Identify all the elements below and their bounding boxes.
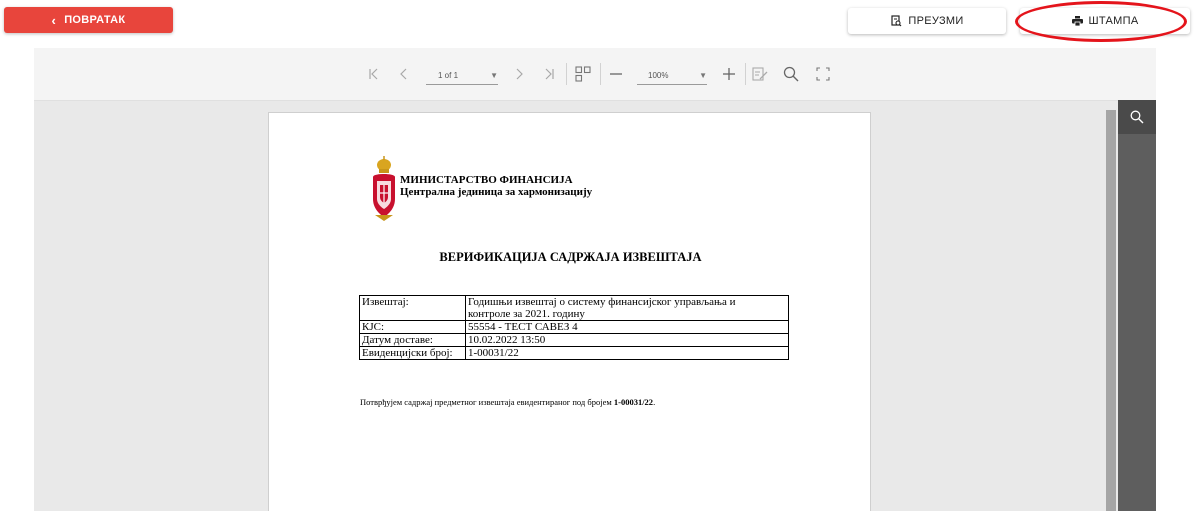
confirmation-number: 1-00031/22 [613, 397, 654, 407]
first-page-icon[interactable] [364, 48, 384, 100]
download-button[interactable]: ПРЕУЗМИ [848, 8, 1006, 34]
report-info-table: Извештај: Годишњи извештај о систему фин… [359, 295, 789, 360]
unit-name: Централна јединица за хармонизацију [400, 186, 593, 198]
annotate-icon[interactable] [748, 48, 772, 100]
document-title: ВЕРИФИКАЦИЈА САДРЖАЈА ИЗВЕШТАЈА [439, 250, 702, 264]
page-indicator: 1 of 1 [438, 70, 459, 80]
zoom-out-icon[interactable] [605, 48, 627, 100]
toolbar-divider [745, 63, 746, 85]
table-row: Извештај: Годишњи извештај о систему фин… [359, 295, 789, 321]
table-row: Датум доставе: 10.02.2022 13:50 [359, 333, 789, 347]
vertical-scrollbar[interactable] [1106, 110, 1116, 511]
table-cell-label: Датум доставе: [359, 333, 466, 347]
viewer-toolbar: 1 of 1 ▼ 100% ▼ [34, 48, 1156, 101]
confirmation-body: Потврђујем садржај предметног извештаја … [360, 397, 614, 407]
side-panel [1118, 100, 1156, 511]
highlight-ellipse [1015, 1, 1187, 42]
zoom-select[interactable]: 100% ▼ [637, 66, 707, 85]
ministry-header: МИНИСТАРСТВО ФИНАНСИЈА Централна јединиц… [400, 174, 592, 198]
table-cell-label: Извештај: [359, 295, 466, 321]
table-cell-label: Евиденцијски број: [359, 346, 466, 360]
download-document-icon [891, 15, 902, 27]
last-page-icon[interactable] [539, 48, 559, 100]
zoom-in-icon[interactable] [718, 48, 740, 100]
chevron-down-icon: ▼ [490, 70, 498, 80]
download-button-label: ПРЕУЗМИ [908, 15, 964, 27]
confirmation-text: Потврђујем садржај предметног извештаја … [360, 397, 655, 407]
table-cell-value: 1-00031/22 [465, 346, 789, 360]
coat-of-arms-icon [373, 156, 395, 221]
pdf-viewer: 1 of 1 ▼ 100% ▼ МИНИСТАРСТВО ФИНАНСИЈА Ц… [34, 48, 1156, 511]
search-icon[interactable] [779, 48, 803, 100]
thumbnails-icon[interactable] [571, 48, 595, 100]
next-page-icon[interactable] [509, 48, 529, 100]
side-search-button[interactable] [1118, 100, 1156, 134]
report-name-line2: контроле за 2021. годину [468, 308, 585, 320]
table-cell-value: 10.02.2022 13:50 [465, 333, 789, 347]
confirmation-end: . [653, 397, 656, 407]
toolbar-divider [566, 63, 567, 85]
back-button[interactable]: ‹ ПОВРАТАК [4, 7, 173, 33]
chevron-left-icon: ‹ [51, 12, 57, 28]
table-cell-value: Годишњи извештај о систему финансијског … [465, 295, 789, 321]
report-name-line1: Годишњи извештај о систему финансијског … [468, 296, 736, 308]
fullscreen-icon[interactable] [812, 48, 834, 100]
table-cell-value: 55554 - ТЕСТ САВЕЗ 4 [465, 320, 789, 334]
table-cell-label: КЈС: [359, 320, 466, 334]
toolbar-divider [600, 63, 601, 85]
zoom-level: 100% [648, 70, 669, 80]
prev-page-icon[interactable] [394, 48, 414, 100]
chevron-down-icon: ▼ [699, 70, 707, 80]
back-button-label: ПОВРАТАК [64, 14, 126, 26]
table-row: Евиденцијски број: 1-00031/22 [359, 346, 789, 360]
table-row: КЈС: 55554 - ТЕСТ САВЕЗ 4 [359, 320, 789, 334]
document-page: МИНИСТАРСТВО ФИНАНСИЈА Централна јединиц… [268, 112, 871, 511]
search-icon [1130, 110, 1144, 124]
page-select[interactable]: 1 of 1 ▼ [426, 66, 498, 85]
ministry-name: МИНИСТАРСТВО ФИНАНСИЈА [400, 174, 573, 186]
